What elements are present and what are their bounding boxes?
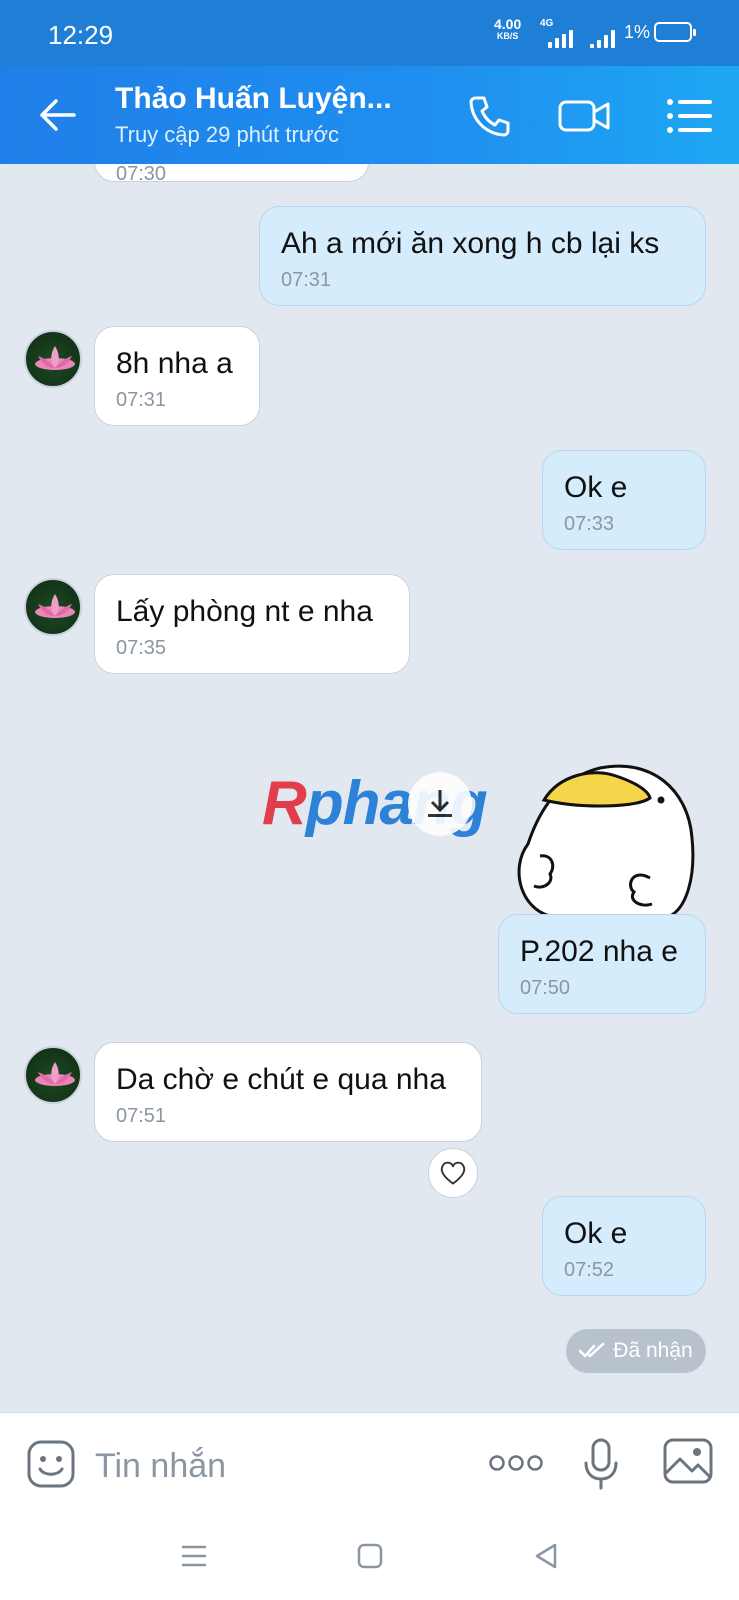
last-seen: Truy cập 29 phút trước [115,122,339,147]
message-time: 07:31 [116,389,167,411]
message-input[interactable]: Tin nhắn [95,1447,226,1486]
battery-icon [654,22,696,42]
contact-avatar[interactable] [24,1046,82,1104]
message-time: 07:30 [116,164,167,185]
message-time: 07:35 [116,637,167,659]
download-icon [428,790,452,817]
contact-avatar[interactable] [24,578,82,636]
phone-icon[interactable] [462,88,518,144]
more-options-icon[interactable] [488,1453,544,1473]
received-status-text: Đã nhận [613,1339,693,1362]
message-time: 07:52 [564,1259,615,1281]
message-input-bar: Tin nhắn [0,1412,739,1512]
message-bubble-out[interactable]: Ok e 07:33 [542,450,706,550]
signal-icon [548,30,573,48]
like-button[interactable] [428,1148,478,1198]
battery-percent: 1% [624,22,651,42]
contact-avatar[interactable] [24,330,82,388]
lotus-icon [35,346,75,370]
message-bubble-in[interactable]: 8h nha a 07:31 [94,326,260,426]
message-bubble-out[interactable]: P.202 nha e 07:50 [498,914,706,1014]
message-time: 07:31 [281,269,332,291]
message-time: 07:33 [564,513,615,535]
message-text: Lấy phòng nt e nha [116,595,373,628]
lotus-icon [35,594,75,618]
message-text: Ah a mới ăn xong h cb lại ks [281,227,660,260]
contact-name[interactable]: Thảo Huấn Luyện... [115,82,405,116]
status-time: 12:29 [48,20,114,50]
back-nav-icon[interactable] [532,1542,560,1570]
received-status-badge: Đã nhận [566,1329,706,1373]
recent-apps-icon[interactable] [180,1542,208,1570]
message-text: P.202 nha e [520,935,678,968]
message-text: Da chờ e chút e qua nha [116,1063,446,1096]
message-bubble-out[interactable]: Ok e 07:52 [542,1196,706,1296]
system-navigation-bar [0,1512,739,1600]
microphone-icon[interactable] [582,1437,620,1491]
duck-sticker[interactable] [510,748,700,916]
message-time: 07:50 [520,977,571,999]
message-bubble-in[interactable]: Da chờ e chút e qua nha 07:51 [94,1042,482,1142]
net-speed: 4.00 KB/S [494,16,522,42]
message-bubble-in[interactable]: Lấy phòng nt e nha 07:35 [94,574,410,674]
back-arrow-icon[interactable] [34,92,80,138]
message-text: Ok e [564,471,628,504]
lotus-icon [35,1062,75,1086]
message-text: Ok e [564,1217,628,1250]
message-bubble-out[interactable]: Ah a mới ăn xong h cb lại ks 07:31 [259,206,706,306]
video-call-icon[interactable] [556,88,612,144]
message-time: 07:51 [116,1105,167,1127]
home-icon[interactable] [356,1542,384,1570]
menu-icon[interactable] [662,88,718,144]
message-bubble-partial[interactable]: 07:30 [94,164,369,185]
status-bar: 12:29 4.00 KB/S 4G 1% [0,0,739,66]
heart-icon [440,1161,466,1185]
signal-icon-2 [590,30,615,48]
network-type: 4G [540,18,554,29]
chat-header: Thảo Huấn Luyện... Truy cập 29 phút trướ… [0,66,739,164]
chat-area[interactable]: 07:30 Ah a mới ăn xong h cb lại ks 07:31… [0,164,739,1412]
message-text: 8h nha a [116,347,233,380]
net-speed-value: 4.00 [494,16,522,32]
image-picker-icon[interactable] [662,1437,714,1485]
net-speed-unit: KB/S [496,31,519,41]
double-check-icon [579,1342,605,1358]
emoji-sticker-icon[interactable] [26,1439,76,1489]
sticker-download-button[interactable] [408,772,472,836]
